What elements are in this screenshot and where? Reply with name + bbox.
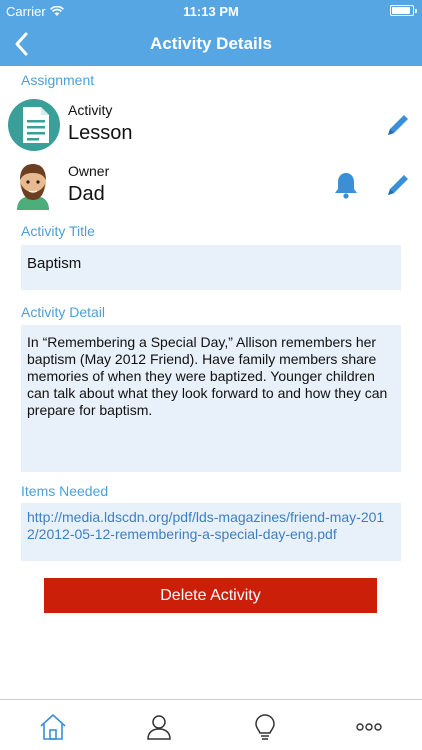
edit-owner-pencil-icon[interactable] xyxy=(383,170,413,200)
bell-icon[interactable] xyxy=(331,170,361,200)
owner-value: Dad xyxy=(68,183,105,205)
activity-detail-field[interactable]: In “Remembering a Special Day,” Allison … xyxy=(21,325,401,472)
status-bar: Carrier 11:13 PM xyxy=(0,0,422,22)
battery-icon xyxy=(390,5,417,16)
page-title: Activity Details xyxy=(150,34,272,53)
items-needed-label: Items Needed xyxy=(21,483,109,499)
tab-bar xyxy=(0,699,422,750)
battery-level xyxy=(392,7,410,14)
activity-label: Activity xyxy=(68,102,113,118)
activity-title-label: Activity Title xyxy=(21,223,95,239)
owner-label: Owner xyxy=(68,163,110,179)
assignment-section-label: Assignment xyxy=(21,72,95,88)
delete-activity-button[interactable]: Delete Activity xyxy=(44,578,377,613)
activity-value: Lesson xyxy=(68,122,133,144)
more-icon[interactable] xyxy=(354,712,384,742)
activity-detail-label: Activity Detail xyxy=(21,304,106,320)
document-icon xyxy=(8,99,60,151)
home-icon[interactable] xyxy=(38,712,68,742)
edit-activity-pencil-icon[interactable] xyxy=(383,110,413,140)
status-time: 11:13 PM xyxy=(183,4,239,19)
avatar xyxy=(17,164,49,210)
lightbulb-icon[interactable] xyxy=(250,712,280,742)
navigation-header: Carrier 11:13 PM Activity Details xyxy=(0,0,422,66)
person-icon[interactable] xyxy=(144,712,174,742)
items-needed-link[interactable]: http://media.ldscdn.org/pdf/lds-magazine… xyxy=(21,503,401,561)
activity-title-field[interactable]: Baptism xyxy=(21,245,401,290)
